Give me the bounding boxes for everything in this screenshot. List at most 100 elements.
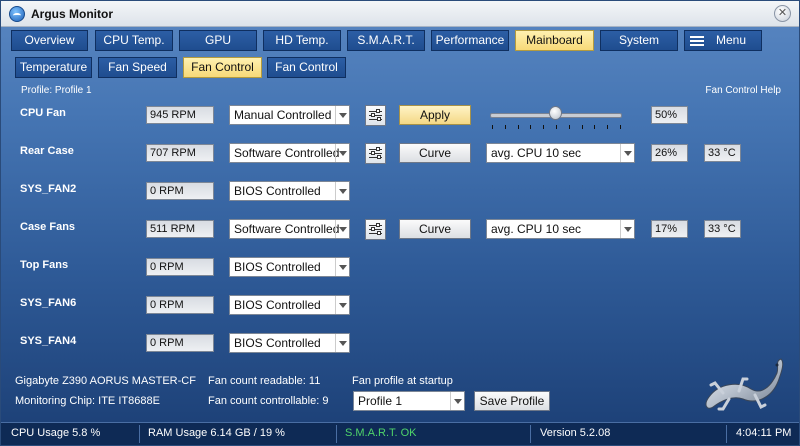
tab-overview[interactable]: Overview [11,30,88,51]
close-icon[interactable]: ✕ [774,5,791,22]
slider-tick [543,125,545,129]
chevron-down-icon [335,106,349,124]
fan-mode-select[interactable]: Software Controlled [229,143,350,163]
fan-mode-value: BIOS Controlled [234,298,321,312]
slider-tick [594,125,596,129]
fan-control-help-link[interactable]: Fan Control Help [705,85,781,96]
fan-row-cpu-fan: CPU Fan 945 RPM Manual Controlled Apply … [1,105,800,127]
app-version: Version 5.2.08 [540,427,611,439]
startup-profile-value: Profile 1 [358,394,403,408]
tab-label: System [618,33,659,47]
clock: 4:04:11 PM [736,427,792,439]
ram-usage: RAM Usage 6.14 GB / 19 % [148,427,285,439]
tab-performance[interactable]: Performance [431,30,509,51]
gecko-logo [705,358,784,411]
fan-mode-value: Manual Controlled [234,108,332,122]
fan-mode-select[interactable]: BIOS Controlled [229,181,350,201]
tab-gpu[interactable]: GPU [179,30,257,51]
status-divider [530,425,531,443]
fan-percent: 50% [651,106,688,124]
status-divider [726,425,727,443]
fan-mode-select[interactable]: BIOS Controlled [229,295,350,315]
tab-mainboard[interactable]: Mainboard [515,30,594,51]
slider-tick [568,125,570,129]
subtab-temperature[interactable]: Temperature [15,57,92,78]
slider-settings-icon[interactable] [365,219,386,240]
fan-mode-value: Software Controlled [234,222,340,236]
fan-name: Top Fans [20,259,69,271]
fan-mode-value: BIOS Controlled [234,336,321,350]
tab-hd-temp[interactable]: HD Temp. [263,30,341,51]
fan-count-controllable: Fan count controllable: 9 [208,395,329,407]
startup-profile-select[interactable]: Profile 1 [353,391,465,411]
subtab-fan-control[interactable]: Fan Control [183,57,262,78]
fan-name: Rear Case [20,145,74,157]
fan-rpm: 0 RPM [146,296,214,314]
curve-button[interactable]: Curve [399,143,471,163]
subtab-label: Temperature [19,60,88,74]
slider-tick [504,125,506,129]
temp-source-select[interactable]: avg. CPU 10 sec [486,143,635,163]
tab-smart[interactable]: S.M.A.R.T. [347,30,425,51]
tab-label: CPU Temp. [103,33,165,47]
chevron-down-icon [620,220,634,238]
fan-row-sys-fan6: SYS_FAN6 0 RPM BIOS Controlled [1,295,800,317]
fan-mode-select[interactable]: Manual Controlled [229,105,350,125]
subtab-fan-speed[interactable]: Fan Speed [98,57,177,78]
fan-row-sys-fan4: SYS_FAN4 0 RPM BIOS Controlled [1,333,800,355]
slider-tick [581,125,583,129]
fan-mode-value: BIOS Controlled [234,260,321,274]
tab-label: HD Temp. [275,33,329,47]
fan-percent: 26% [651,144,688,162]
chevron-down-icon [335,258,349,276]
slider-settings-icon[interactable] [365,143,386,164]
fan-mode-select[interactable]: BIOS Controlled [229,257,350,277]
fan-row-case-fans: Case Fans 511 RPM Software Controlled Cu… [1,219,800,241]
tab-system[interactable]: System [600,30,678,51]
fan-mode-select[interactable]: BIOS Controlled [229,333,350,353]
subtab-fan-control-2[interactable]: Fan Control [267,57,346,78]
chevron-down-icon [335,182,349,200]
profile-label: Profile: Profile 1 [21,85,92,96]
tab-label: Overview [24,33,75,47]
chevron-down-icon [335,296,349,314]
fan-mode-value: BIOS Controlled [234,184,321,198]
startup-profile-label: Fan profile at startup [352,375,453,387]
cpu-usage: CPU Usage 5.8 % [11,427,101,439]
save-profile-button[interactable]: Save Profile [474,391,550,411]
fan-name: SYS_FAN6 [20,297,77,309]
fan-speed-slider-thumb[interactable] [549,106,562,120]
slider-tick [556,125,557,129]
temp-source-select[interactable]: avg. CPU 10 sec [486,219,635,239]
chevron-down-icon [450,392,464,410]
curve-button[interactable]: Curve [399,219,471,239]
fan-temperature: 33 °C [704,220,741,238]
subtab-label: Fan Speed [108,60,167,74]
fan-rpm: 511 RPM [146,220,214,238]
apply-button[interactable]: Apply [399,105,471,125]
fan-row-rear-case: Rear Case 707 RPM Software Controlled Cu… [1,143,800,165]
fan-rpm: 0 RPM [146,258,214,276]
slider-tick [517,125,519,129]
status-divider [336,425,337,443]
fan-temperature: 33 °C [704,144,741,162]
window-title: Argus Monitor [31,7,113,21]
chevron-down-icon [335,144,349,162]
subtab-label: Fan Control [191,60,254,74]
fan-row-sys-fan2: SYS_FAN2 0 RPM BIOS Controlled [1,181,800,203]
chevron-down-icon [335,220,349,238]
fan-count-readable: Fan count readable: 11 [208,375,321,387]
tab-label: Menu [715,33,747,47]
tab-menu[interactable]: Menu [684,30,762,51]
tab-cpu-temp[interactable]: CPU Temp. [95,30,173,51]
argus-logo-icon [9,6,25,22]
tab-label: GPU [204,33,231,47]
fan-rpm: 707 RPM [146,144,214,162]
slider-tick [607,125,609,129]
fan-name: SYS_FAN2 [20,183,77,195]
fan-mode-select[interactable]: Software Controlled [229,219,350,239]
slider-settings-icon[interactable] [365,105,386,126]
fan-rpm: 0 RPM [146,182,214,200]
status-divider [139,425,140,443]
chevron-down-icon [335,334,349,352]
